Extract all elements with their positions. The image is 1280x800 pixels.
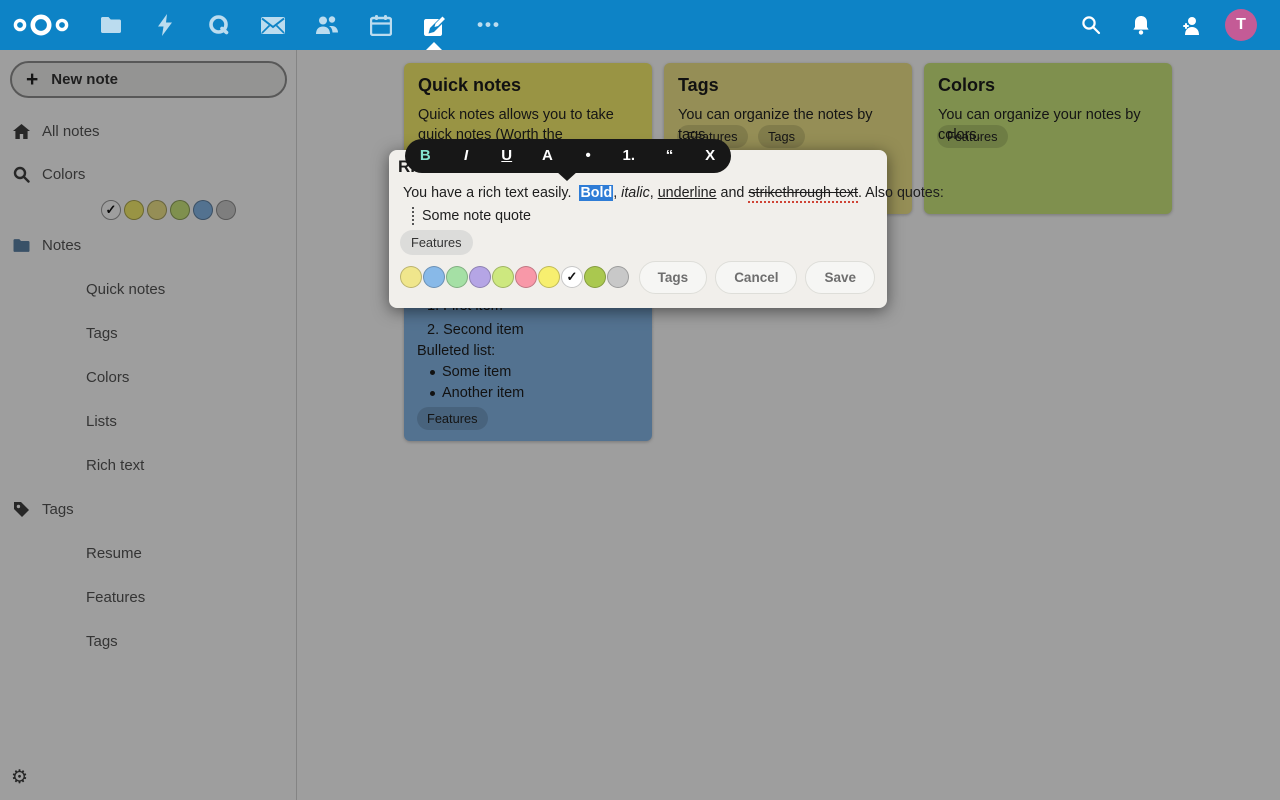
folder-icon xyxy=(100,16,122,34)
unified-search-button[interactable] xyxy=(1071,0,1111,50)
app-quicknotes[interactable] xyxy=(192,0,246,50)
quote-button[interactable]: “ xyxy=(649,139,690,173)
calendar-icon xyxy=(370,15,392,36)
bullet-list-button[interactable]: • xyxy=(568,139,609,173)
save-button[interactable]: Save xyxy=(805,261,875,294)
tag-chip-features[interactable]: Features xyxy=(400,230,473,255)
avatar[interactable]: T xyxy=(1225,9,1257,41)
pencil-square-icon xyxy=(423,14,446,37)
toolbar-pointer xyxy=(556,171,578,181)
rich-text-paragraph[interactable]: You have a rich text easily. Bold, itali… xyxy=(403,185,944,201)
app-files[interactable] xyxy=(84,0,138,50)
app-activity[interactable] xyxy=(138,0,192,50)
palette-light-green[interactable] xyxy=(446,266,468,288)
clear-format-button[interactable]: X xyxy=(690,139,731,173)
ellipsis-icon: ••• xyxy=(477,15,501,35)
notifications-button[interactable] xyxy=(1121,0,1161,50)
nextcloud-logo[interactable] xyxy=(12,8,72,42)
note-color-picker: ✓ xyxy=(400,266,630,288)
strikethrough-button[interactable]: A xyxy=(527,139,568,173)
palette-selected-white[interactable]: ✓ xyxy=(561,266,583,288)
q-icon xyxy=(208,14,230,36)
cancel-button[interactable]: Cancel xyxy=(715,261,797,294)
blockquote[interactable]: Some note quote xyxy=(412,207,531,225)
palette-pink[interactable] xyxy=(515,266,537,288)
palette-khaki[interactable] xyxy=(400,266,422,288)
palette-yellow-green[interactable] xyxy=(492,266,514,288)
envelope-icon xyxy=(261,17,285,34)
bold-button[interactable]: B xyxy=(405,139,446,173)
lightning-icon xyxy=(157,14,173,36)
app-calendar[interactable] xyxy=(354,0,408,50)
bell-icon xyxy=(1132,15,1150,35)
app-more[interactable]: ••• xyxy=(462,0,516,50)
palette-olive[interactable] xyxy=(584,266,606,288)
app-contacts[interactable] xyxy=(300,0,354,50)
app-mail[interactable] xyxy=(246,0,300,50)
palette-purple[interactable] xyxy=(469,266,491,288)
italic-text: italic xyxy=(621,185,650,201)
top-bar: ••• T xyxy=(0,0,1280,50)
tags-button[interactable]: Tags xyxy=(639,261,708,294)
underlined-text: underline xyxy=(658,185,717,201)
ordered-list-button[interactable]: 1. xyxy=(608,139,649,173)
palette-yellow[interactable] xyxy=(538,266,560,288)
palette-gray[interactable] xyxy=(607,266,629,288)
palette-blue[interactable] xyxy=(423,266,445,288)
selected-text: Bold xyxy=(579,185,613,201)
contacts-menu-button[interactable] xyxy=(1171,0,1211,50)
note-edit-modal: Rich text You have a rich text easily. B… xyxy=(389,150,887,308)
italic-button[interactable]: I xyxy=(446,139,487,173)
strikethrough-text: strikethrough text xyxy=(748,185,858,203)
active-app-indicator xyxy=(426,42,442,50)
rich-text-toolbar: B I U A • 1. “ X xyxy=(405,139,731,173)
contacts-menu-icon xyxy=(1181,16,1201,35)
people-icon xyxy=(315,15,339,35)
search-icon xyxy=(1081,15,1101,35)
underline-button[interactable]: U xyxy=(486,139,527,173)
